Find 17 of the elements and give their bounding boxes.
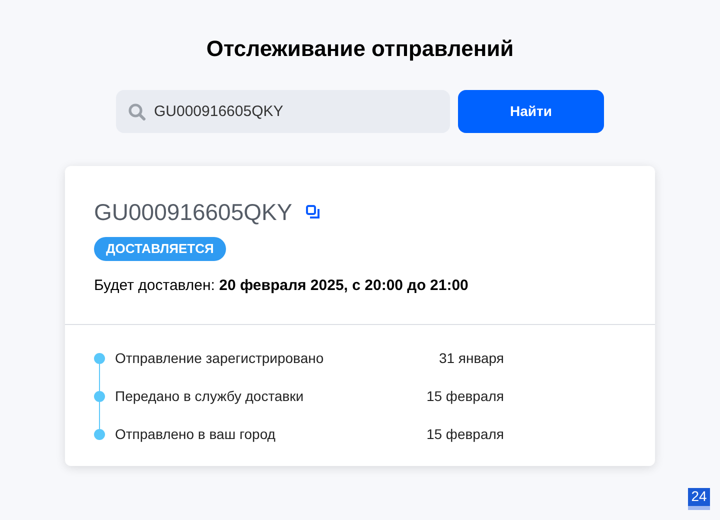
search-field[interactable]: GU000916605QKY — [116, 90, 450, 133]
delivery-info: Будет доставлен: 20 февраля 2025, с 20:00 до 21:00 — [94, 276, 470, 296]
status-badge: ДОСТАВЛЯЕТСЯ — [94, 237, 226, 261]
copy-icon[interactable] — [306, 205, 320, 219]
event-date: 15 февраля — [426, 387, 504, 406]
search-icon — [128, 103, 146, 121]
search-button[interactable]: Найти — [458, 90, 604, 133]
event-text: Отправление зарегистрировано — [115, 349, 325, 368]
tracking-number: GU000916605QKY — [94, 198, 292, 226]
event-text: Передано в службу доставки — [115, 387, 305, 406]
timeline-line — [99, 364, 100, 392]
page-title: Отслеживание отправлений — [206, 36, 514, 62]
chat-widget-button[interactable]: 24 — [688, 488, 710, 510]
event-text: Отправлено в ваш город — [115, 425, 276, 444]
timeline-line — [99, 402, 100, 430]
event-date: 31 января — [438, 349, 504, 368]
event-date: 15 февраля — [426, 425, 504, 444]
